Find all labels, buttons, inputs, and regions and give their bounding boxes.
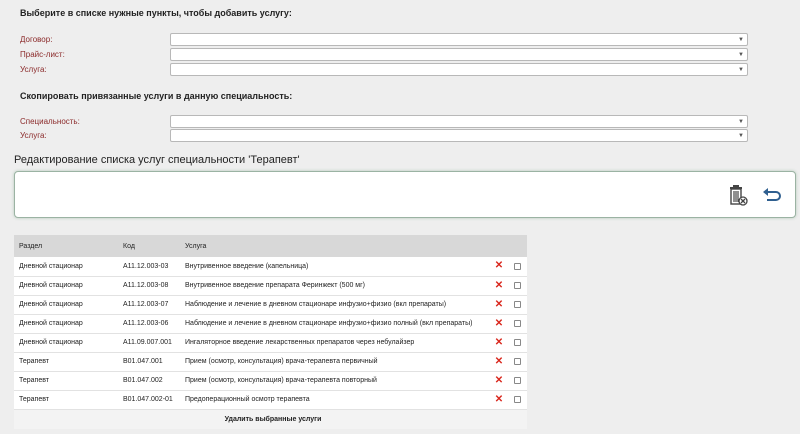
row-service: Ингаляторное введение лекарственных преп…	[180, 333, 490, 353]
row-code: A11.09.007.001	[118, 333, 180, 353]
specialty-label: Специальность:	[20, 117, 80, 126]
row-section: Терапевт	[14, 390, 118, 410]
row-section: Дневной стационар	[14, 276, 118, 296]
chevron-down-icon: ▼	[738, 133, 744, 139]
price-list-select[interactable]: ▼	[170, 48, 748, 61]
chevron-down-icon: ▼	[738, 119, 744, 125]
edit-list-title: Редактирование списка услуг специальност…	[14, 154, 300, 166]
add-service-title: Выберите в списке нужные пункты, чтобы д…	[20, 8, 292, 18]
row-code: A11.12.003-03	[118, 257, 180, 277]
row-code: A11.12.003-08	[118, 276, 180, 296]
row-code: B01.047.001	[118, 352, 180, 372]
row-service: Наблюдение и лечение в дневном стационар…	[180, 314, 490, 334]
row-service: Прием (осмотр, консультация) врача-терап…	[180, 352, 490, 372]
table-row: Дневной стационар A11.09.007.001 Ингалят…	[14, 333, 527, 353]
specialty-select[interactable]: ▼	[170, 115, 748, 128]
row-code: A11.12.003-07	[118, 295, 180, 315]
price-list-label: Прайс-лист:	[20, 50, 65, 59]
table-row: Дневной стационар A11.12.003-03 Внутриве…	[14, 257, 527, 277]
delete-icon[interactable]: ✕	[495, 318, 503, 329]
services-table: Раздел Код Услуга Дневной стационар A11.…	[14, 235, 527, 429]
delete-icon[interactable]: ✕	[495, 337, 503, 348]
row-section: Дневной стационар	[14, 333, 118, 353]
selection-panel	[14, 171, 796, 218]
table-row: Дневной стационар A11.12.003-07 Наблюден…	[14, 295, 527, 315]
service-field: Услуга: ▼	[20, 63, 748, 76]
delete-icon[interactable]: ✕	[495, 375, 503, 386]
copy-service-field: Услуга: ▼	[20, 129, 748, 142]
contract-field: Договор: ▼	[20, 33, 748, 46]
copy-services-title: Скопировать привязанные услуги в данную …	[20, 91, 293, 101]
table-row: Терапевт B01.047.001 Прием (осмотр, конс…	[14, 352, 527, 372]
service-label: Услуга:	[20, 65, 47, 74]
delete-icon[interactable]: ✕	[495, 299, 503, 310]
delete-icon[interactable]: ✕	[495, 280, 503, 291]
column-header-code: Код	[118, 235, 180, 257]
row-section: Дневной стационар	[14, 295, 118, 315]
row-section: Дневной стационар	[14, 314, 118, 334]
row-code: B01.047.002-01	[118, 390, 180, 410]
contract-select[interactable]: ▼	[170, 33, 748, 46]
row-code: B01.047.002	[118, 371, 180, 391]
row-code: A11.12.003-06	[118, 314, 180, 334]
row-service: Прием (осмотр, консультация) врача-терап…	[180, 371, 490, 391]
table-row: Дневной стационар A11.12.003-08 Внутриве…	[14, 276, 527, 296]
service-select[interactable]: ▼	[170, 63, 748, 76]
delete-icon[interactable]: ✕	[495, 356, 503, 367]
chevron-down-icon: ▼	[738, 67, 744, 73]
column-header-section: Раздел	[14, 235, 118, 257]
row-checkbox[interactable]	[514, 262, 521, 270]
trash-delete-icon[interactable]	[727, 184, 749, 206]
delete-icon[interactable]: ✕	[495, 394, 503, 405]
table-header-row: Раздел Код Услуга	[14, 235, 527, 257]
contract-label: Договор:	[20, 35, 53, 44]
chevron-down-icon: ▼	[738, 37, 744, 43]
copy-service-label: Услуга:	[20, 131, 47, 140]
row-section: Дневной стационар	[14, 257, 118, 277]
table-row: Дневной стационар A11.12.003-06 Наблюден…	[14, 314, 527, 334]
return-arrow-icon[interactable]	[761, 184, 783, 206]
row-checkbox[interactable]	[514, 281, 521, 289]
copy-service-select[interactable]: ▼	[170, 129, 748, 142]
specialty-field: Специальность: ▼	[20, 115, 748, 128]
row-checkbox[interactable]	[514, 357, 521, 365]
chevron-down-icon: ▼	[738, 52, 744, 58]
row-checkbox[interactable]	[514, 319, 521, 327]
table-footer-row: Удалить выбранные услуги	[14, 409, 527, 429]
price-list-field: Прайс-лист: ▼	[20, 48, 748, 61]
table-row: Терапевт B01.047.002-01 Предоперационный…	[14, 390, 527, 410]
row-service: Предоперационный осмотр терапевта	[180, 390, 490, 410]
delete-icon[interactable]: ✕	[495, 260, 503, 271]
row-service: Наблюдение и лечение в дневном стационар…	[180, 295, 490, 315]
row-checkbox[interactable]	[514, 338, 521, 346]
row-checkbox[interactable]	[514, 300, 521, 308]
row-service: Внутривенное введение (капельница)	[180, 257, 490, 277]
delete-selected-button[interactable]: Удалить выбранные услуги	[14, 409, 527, 429]
row-service: Внутривенное введение препарата Феринжек…	[180, 276, 490, 296]
column-header-service: Услуга	[180, 235, 490, 257]
table-row: Терапевт B01.047.002 Прием (осмотр, конс…	[14, 371, 527, 391]
row-section: Терапевт	[14, 352, 118, 372]
row-checkbox[interactable]	[514, 376, 521, 384]
row-section: Терапевт	[14, 371, 118, 391]
row-checkbox[interactable]	[514, 395, 521, 403]
